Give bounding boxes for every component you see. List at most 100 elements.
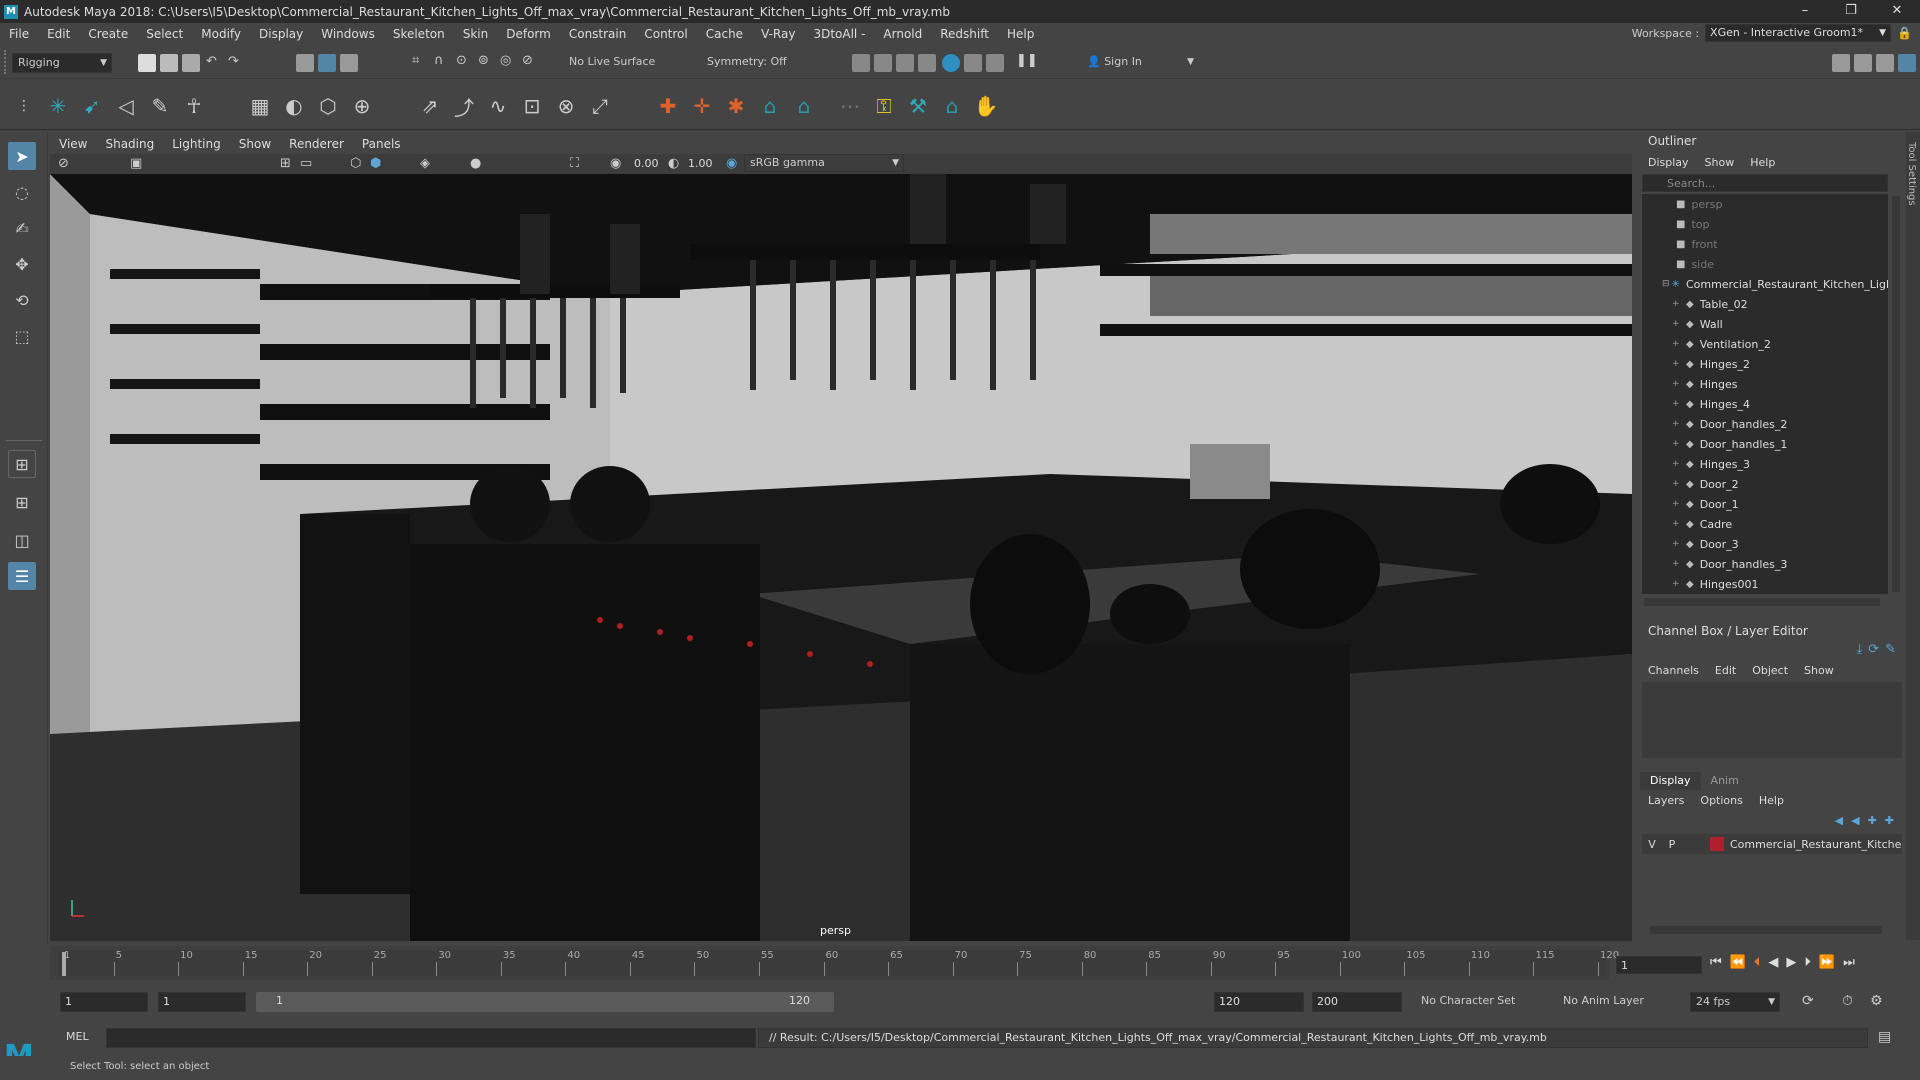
select-component-icon[interactable] bbox=[340, 54, 358, 72]
menu-create[interactable]: Create bbox=[79, 27, 137, 41]
four-view-icon[interactable]: ⊞ bbox=[8, 488, 36, 516]
tab-display[interactable]: Display bbox=[1640, 772, 1701, 790]
outliner-menu-help[interactable]: Help bbox=[1742, 156, 1783, 169]
symmetry-dropdown[interactable]: Symmetry: Off bbox=[702, 53, 798, 73]
render-current-icon[interactable] bbox=[852, 54, 870, 72]
menu-3dtoall[interactable]: 3DtoAll - bbox=[804, 27, 874, 41]
menu-arnold[interactable]: Arnold bbox=[874, 27, 931, 41]
outliner-item[interactable]: + ◆ Table_02 bbox=[1642, 294, 1888, 314]
outliner-vscrollbar[interactable] bbox=[1892, 196, 1900, 592]
outliner-item[interactable]: + ◆ Door_2 bbox=[1642, 474, 1888, 494]
layer-visibility-toggle[interactable]: V bbox=[1642, 838, 1662, 851]
move-tool-icon[interactable]: ✥ bbox=[8, 250, 36, 278]
xray-icon[interactable]: ◈ bbox=[420, 156, 430, 171]
expand-icon[interactable]: + bbox=[1672, 439, 1684, 449]
open-scene-icon[interactable] bbox=[160, 54, 178, 72]
panel-menu-lighting[interactable]: Lighting bbox=[163, 137, 230, 151]
viewport-persp[interactable]: persp bbox=[50, 174, 1632, 941]
layer-menu-options[interactable]: Options bbox=[1692, 794, 1750, 807]
modeling-toolkit-icon[interactable] bbox=[1832, 54, 1850, 72]
maximize-button[interactable]: ❐ bbox=[1828, 0, 1874, 23]
aim-constraint-icon[interactable]: ✛ bbox=[688, 92, 716, 120]
tool-settings-icon[interactable] bbox=[1876, 54, 1894, 72]
lattice-icon[interactable]: ⬡ bbox=[314, 92, 342, 120]
nonlinear-icon[interactable]: ⤢ bbox=[586, 92, 614, 120]
create-joints-icon[interactable]: ✳ bbox=[44, 92, 72, 120]
rotate-tool-icon[interactable]: ⟲ bbox=[8, 286, 36, 314]
expand-icon[interactable]: + bbox=[1672, 579, 1684, 589]
pause-icon[interactable]: ❚❚ bbox=[1016, 53, 1038, 68]
hypershade-icon[interactable] bbox=[942, 54, 960, 72]
pole-vector-icon[interactable]: ⋯ bbox=[836, 92, 864, 120]
outliner-item[interactable]: + ◆ Cadre bbox=[1642, 514, 1888, 534]
exposure-icon[interactable]: ◉ bbox=[610, 156, 621, 171]
go-to-end-icon[interactable]: ⏭ bbox=[1843, 955, 1855, 970]
point-constraint-icon[interactable]: ✚ bbox=[654, 92, 682, 120]
wireframe-icon[interactable]: ⬡ bbox=[350, 156, 361, 171]
layer-menu-help[interactable]: Help bbox=[1751, 794, 1792, 807]
outliner-item[interactable]: + ◆ Door_handles_3 bbox=[1642, 554, 1888, 574]
save-scene-icon[interactable] bbox=[182, 54, 200, 72]
undo-icon[interactable]: ↶ bbox=[206, 54, 217, 69]
layer-row[interactable]: V P Commercial_Restaurant_Kitche bbox=[1642, 834, 1902, 854]
step-back-key-icon[interactable]: ⏪ bbox=[1730, 955, 1746, 970]
channelbox-menu-object[interactable]: Object bbox=[1744, 664, 1796, 677]
paint-weights-icon[interactable]: ✎ bbox=[146, 92, 174, 120]
time-slider[interactable]: 1 5 10 15 20 25 30 35 40 45 50 55 60 65 70 75 80 85 90 95 10… bbox=[50, 946, 1619, 980]
expand-icon[interactable]: + bbox=[1672, 319, 1684, 329]
shadows-icon[interactable]: ● bbox=[470, 156, 481, 171]
menu-select[interactable]: Select bbox=[137, 27, 192, 41]
time-ruler[interactable]: 1 5 10 15 20 25 30 35 40 45 50 55 60 65 70 75 80 85 90 95 10… bbox=[58, 950, 1619, 976]
vray-icon[interactable] bbox=[986, 54, 1004, 72]
new-layer-icon[interactable]: ✚ bbox=[1868, 814, 1877, 827]
color-management-icon[interactable]: ◉ bbox=[726, 156, 737, 171]
new-scene-icon[interactable] bbox=[138, 54, 156, 72]
range-bar[interactable]: 1 120 bbox=[256, 992, 834, 1012]
scale-constraint-icon[interactable]: ⌂ bbox=[790, 92, 818, 120]
expand-icon[interactable]: + bbox=[1672, 499, 1684, 509]
panel-menu-view[interactable]: View bbox=[50, 137, 96, 151]
orient-constraint-icon[interactable]: ✱ bbox=[722, 92, 750, 120]
minimize-button[interactable]: – bbox=[1782, 0, 1828, 23]
snap-grid-icon[interactable]: ⌗ bbox=[412, 53, 419, 68]
layer-move-up-icon[interactable]: ◀ bbox=[1835, 814, 1843, 827]
camera-attributes-icon[interactable]: ⊘ bbox=[58, 156, 69, 171]
set-driven-key-icon[interactable]: ⚿ bbox=[870, 92, 898, 120]
command-input[interactable] bbox=[106, 1028, 756, 1048]
menu-file[interactable]: File bbox=[0, 27, 38, 41]
expand-icon[interactable]: + bbox=[1672, 419, 1684, 429]
ipr-render-icon[interactable] bbox=[896, 54, 914, 72]
tool-settings-strip[interactable]: Tool Settings bbox=[1906, 132, 1920, 940]
channelbox-menu-edit[interactable]: Edit bbox=[1707, 664, 1744, 677]
lasso-tool-icon[interactable]: ◌ bbox=[8, 178, 36, 206]
select-tool-icon[interactable]: ➤ bbox=[8, 142, 36, 170]
layer-hscrollbar[interactable] bbox=[1650, 926, 1882, 934]
outliner-item[interactable]: ⊟ ✳ Commercial_Restaurant_Kitchen_Ligh bbox=[1642, 274, 1888, 294]
scale-tool-icon[interactable]: ⬚ bbox=[8, 322, 36, 350]
fps-dropdown[interactable]: 24 fps ▼ bbox=[1690, 992, 1780, 1012]
outliner-item[interactable]: ■ front bbox=[1642, 234, 1888, 254]
render-sequence-icon[interactable] bbox=[874, 54, 892, 72]
two-view-icon[interactable]: ◫ bbox=[8, 526, 36, 554]
menu-display[interactable]: Display bbox=[250, 27, 312, 41]
go-to-start-icon[interactable]: ⏮ bbox=[1710, 955, 1722, 970]
lock-icon[interactable]: 🔒 bbox=[1897, 26, 1912, 40]
paint-select-icon[interactable]: ✍ bbox=[8, 214, 36, 242]
outliner-item[interactable]: + ◆ Door_3 bbox=[1642, 534, 1888, 554]
wire-deformer-icon[interactable]: ∿ bbox=[484, 92, 512, 120]
menu-edit[interactable]: Edit bbox=[38, 27, 79, 41]
menu-constrain[interactable]: Constrain bbox=[560, 27, 636, 41]
single-perspective-icon[interactable]: ⊞ bbox=[8, 450, 36, 478]
shelf-settings-icon[interactable]: ⋮ bbox=[10, 92, 38, 120]
outliner-item[interactable]: + ◆ Hinges_4 bbox=[1642, 394, 1888, 414]
film-gate-icon[interactable]: ▭ bbox=[300, 156, 312, 171]
gamma-field[interactable]: 1.00 bbox=[684, 155, 720, 173]
channelbox-menu-show[interactable]: Show bbox=[1796, 664, 1842, 677]
select-object-icon[interactable] bbox=[318, 54, 336, 72]
play-backward-icon[interactable]: ◀ bbox=[1768, 955, 1778, 970]
panel-menu-panels[interactable]: Panels bbox=[353, 137, 410, 151]
menu-windows[interactable]: Windows bbox=[312, 27, 384, 41]
parent-constraint-icon[interactable]: ⌂ bbox=[756, 92, 784, 120]
outliner-item[interactable]: ■ top bbox=[1642, 214, 1888, 234]
preferences-icon[interactable]: ⚙ bbox=[1870, 993, 1883, 1009]
